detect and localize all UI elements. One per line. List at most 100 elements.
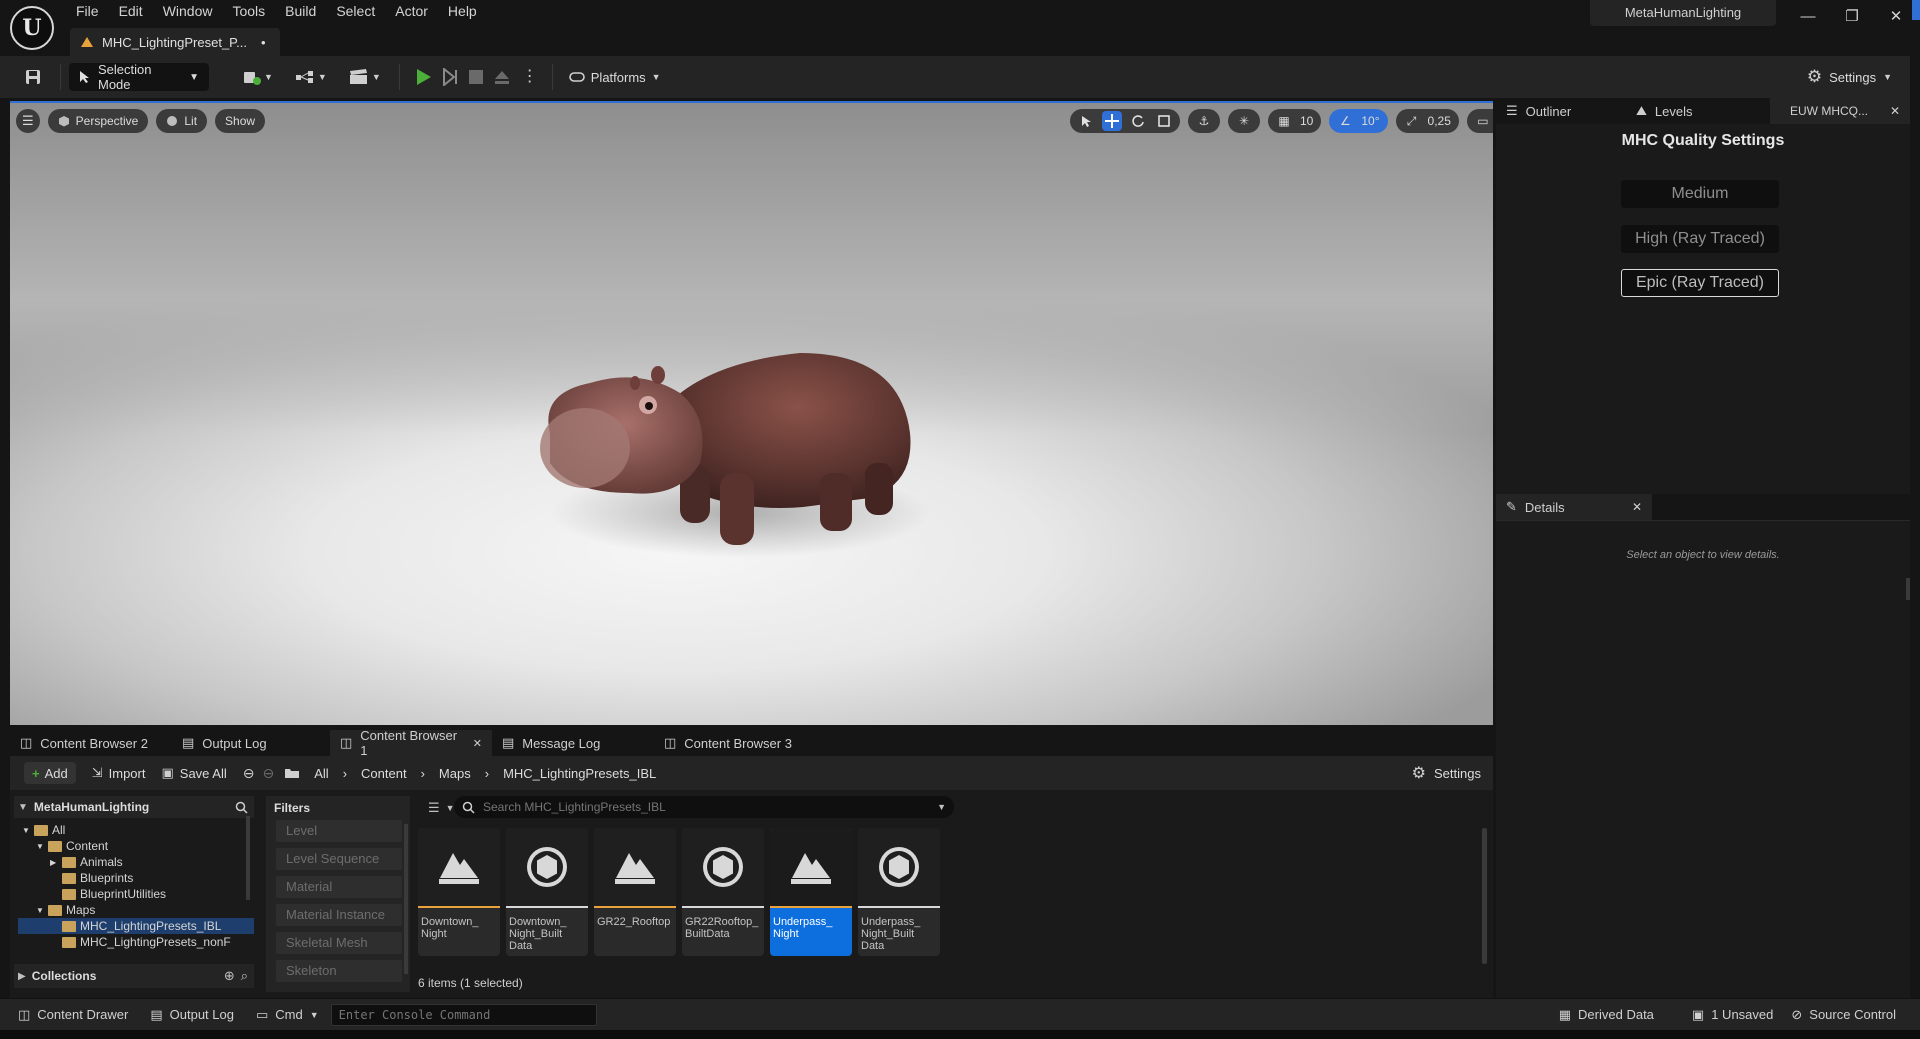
perspective-button[interactable]: Perspective — [47, 109, 149, 133]
tab-euw-mhcq[interactable]: EUW MHCQ... ✕ — [1770, 98, 1910, 124]
console-command-input[interactable] — [330, 1003, 597, 1026]
close-tab-icon[interactable]: ✕ — [473, 737, 482, 750]
filter-material[interactable]: Material — [276, 876, 402, 898]
expand-arrow-icon[interactable]: ▶ — [50, 858, 58, 867]
add-collection-icon[interactable]: ⊕ — [224, 968, 235, 984]
cmd-dropdown[interactable]: ▭ Cmd ▼ — [256, 1007, 319, 1023]
translate-tool-icon[interactable] — [1102, 111, 1122, 131]
menu-edit[interactable]: Edit — [109, 0, 153, 22]
folder-tree-item[interactable]: ▶ Animals — [18, 854, 254, 870]
tree-scrollbar[interactable] — [246, 816, 250, 900]
breadcrumb-current[interactable]: MHC_LightingPresets_IBL — [503, 766, 656, 781]
search-icon[interactable] — [235, 801, 248, 814]
output-log-button[interactable]: ▤ Output Log — [150, 1007, 234, 1023]
breadcrumb-content[interactable]: Content — [361, 766, 407, 781]
filter-level-sequence[interactable]: Level Sequence — [276, 848, 402, 870]
tab-content-browser-2[interactable]: ◫ Content Browser 2 — [10, 730, 172, 756]
document-tab[interactable]: MHC_LightingPreset_P... • — [70, 28, 280, 56]
tab-details[interactable]: ✎ Details ✕ — [1496, 494, 1652, 520]
back-button[interactable]: ⊖ — [243, 765, 255, 782]
camera-speed-control[interactable]: ▭ 2 — [1466, 109, 1493, 133]
eject-button[interactable] — [494, 69, 510, 85]
search-icon[interactable]: ⌕ — [241, 968, 248, 984]
folder-tree-item[interactable]: BlueprintUtilities — [18, 886, 254, 902]
viewport-menu-button[interactable]: ☰ — [16, 109, 40, 133]
select-tool-icon[interactable] — [1076, 111, 1096, 131]
filter-skeletal-mesh[interactable]: Skeletal Mesh — [276, 932, 402, 954]
quality-high-button[interactable]: High (Ray Traced) — [1621, 225, 1779, 253]
platforms-dropdown[interactable]: Platforms ▼ — [568, 70, 661, 85]
filter-dropdown[interactable]: ☰ ▼ — [428, 800, 455, 816]
menu-file[interactable]: File — [66, 0, 109, 22]
menu-select[interactable]: Select — [326, 0, 385, 22]
hippo-model[interactable] — [530, 323, 930, 563]
collapse-arrow-icon[interactable]: ▼ — [36, 906, 44, 915]
asset-tile[interactable]: Downtown_ Night — [418, 828, 500, 956]
settings-dropdown[interactable]: ⚙ Settings ▼ — [1807, 67, 1892, 87]
filter-level[interactable]: Level — [276, 820, 402, 842]
details-scrollbar[interactable] — [1906, 578, 1910, 600]
import-button[interactable]: ⇲ Import — [92, 765, 146, 781]
folder-tree-item[interactable]: Blueprints — [18, 870, 254, 886]
close-tab-icon[interactable]: ✕ — [1890, 104, 1900, 118]
level-viewport[interactable]: ☰ Perspective Lit Show ⚓ ✳ ▦ 10 ∠ 10° ⤢ … — [10, 101, 1493, 725]
rotate-tool-icon[interactable] — [1128, 111, 1148, 131]
play-button[interactable] — [416, 68, 432, 86]
more-options-icon[interactable]: ⋮ — [522, 69, 538, 85]
menu-help[interactable]: Help — [438, 0, 487, 22]
menu-build[interactable]: Build — [275, 0, 326, 22]
tab-outliner[interactable]: ☰ Outliner — [1496, 98, 1626, 124]
source-control-button[interactable]: ⊘ Source Control — [1791, 1007, 1896, 1023]
save-icon[interactable] — [24, 68, 42, 86]
blueprint-button[interactable]: ▼ — [295, 70, 327, 84]
asset-tile[interactable]: GR22Rooftop_ BuiltData — [682, 828, 764, 956]
asset-tile[interactable]: GR22_Rooftop — [594, 828, 676, 956]
folder-tree-item[interactable]: ▼ Maps — [18, 902, 254, 918]
close-details-icon[interactable]: ✕ — [1632, 500, 1642, 514]
lit-button[interactable]: Lit — [156, 109, 208, 133]
folder-tree-item[interactable]: ▼ All — [18, 822, 254, 838]
tab-output-log[interactable]: ▤ Output Log — [172, 730, 330, 756]
menu-actor[interactable]: Actor — [385, 0, 438, 22]
cb-settings-button[interactable]: ⚙ Settings — [1412, 763, 1481, 783]
collapse-arrow-icon[interactable]: ▼ — [22, 826, 30, 835]
quality-medium-button[interactable]: Medium — [1621, 180, 1779, 208]
asset-tile[interactable]: Downtown_ Night_Built Data — [506, 828, 588, 956]
surface-snap-button[interactable]: ⚓ — [1188, 109, 1220, 133]
asset-scrollbar[interactable] — [1482, 828, 1487, 964]
tab-content-browser-1[interactable]: ◫ Content Browser 1 ✕ — [330, 728, 492, 758]
step-button[interactable] — [442, 68, 458, 86]
save-all-button[interactable]: ▣ Save All — [161, 765, 226, 781]
menu-window[interactable]: Window — [153, 0, 223, 22]
coordinate-system-button[interactable]: ✳ — [1228, 109, 1260, 133]
restore-button[interactable]: ❐ — [1830, 2, 1874, 30]
scale-tool-icon[interactable] — [1154, 111, 1174, 131]
stop-button[interactable] — [468, 69, 484, 85]
rotation-snap-control[interactable]: ∠ 10° — [1329, 109, 1388, 133]
chevron-down-icon[interactable]: ▼ — [937, 802, 946, 812]
grid-snap-control[interactable]: ▦ 10 — [1268, 109, 1322, 133]
cinematics-button[interactable]: ▼ — [349, 69, 381, 85]
forward-button[interactable]: ⊖ — [263, 765, 275, 782]
scale-snap-control[interactable]: ⤢ 0,25 — [1395, 109, 1459, 133]
unsaved-button[interactable]: ▣ 1 Unsaved — [1692, 1007, 1773, 1023]
content-drawer-button[interactable]: ◫ Content Drawer — [18, 1007, 128, 1023]
folder-tree-item[interactable]: MHC_LightingPresets_IBL — [18, 918, 254, 934]
folder-tree-item[interactable]: ▼ Content — [18, 838, 254, 854]
unreal-logo-icon[interactable]: U — [10, 6, 54, 50]
selection-mode-dropdown[interactable]: Selection Mode ▼ — [69, 62, 209, 92]
asset-search-box[interactable]: ▼ — [454, 796, 954, 818]
breadcrumb-all[interactable]: All — [314, 766, 328, 781]
minimize-button[interactable]: — — [1786, 2, 1830, 30]
asset-search-input[interactable] — [483, 800, 913, 814]
tab-levels[interactable]: ⛰ Levels — [1626, 98, 1770, 124]
tree-root-header[interactable]: ▼ MetaHumanLighting — [14, 796, 254, 818]
add-actor-button[interactable]: ▼ — [243, 69, 273, 85]
breadcrumb-maps[interactable]: Maps — [439, 766, 471, 781]
filter-material-instance[interactable]: Material Instance — [276, 904, 402, 926]
asset-tile[interactable]: Underpass_ Night — [770, 828, 852, 956]
filter-skeleton[interactable]: Skeleton — [276, 960, 402, 982]
asset-tile[interactable]: Underpass_ Night_Built Data — [858, 828, 940, 956]
collections-header[interactable]: ▶ Collections ⊕ ⌕ — [14, 964, 254, 988]
menu-tools[interactable]: Tools — [222, 0, 275, 22]
